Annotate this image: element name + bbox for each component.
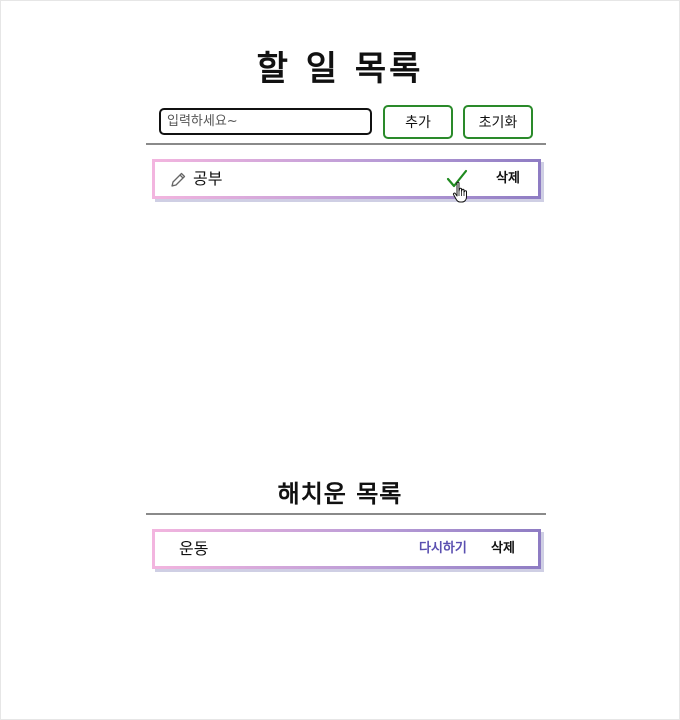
redo-button[interactable]: 다시하기 <box>419 532 467 566</box>
done-divider <box>146 513 546 515</box>
done-item-text: 운동 <box>179 539 209 558</box>
todo-item: 공부 삭제 <box>152 159 541 203</box>
reset-button[interactable]: 초기화 <box>463 105 533 139</box>
todo-item-text: 공부 <box>193 169 223 188</box>
add-button[interactable]: 추가 <box>383 105 453 139</box>
done-section-title: 해치운 목록 <box>277 480 403 508</box>
todo-app: 할 일 목록 추가 초기화 공부 삭제 해치운 목록 운동 다시하기 삭제 <box>0 0 680 720</box>
pencil-icon[interactable] <box>169 171 187 189</box>
delete-button[interactable]: 삭제 <box>491 532 515 566</box>
hand-pointer-icon <box>452 181 467 203</box>
done-item: 운동 다시하기 삭제 <box>152 529 541 569</box>
delete-button[interactable]: 삭제 <box>496 162 520 196</box>
todo-input[interactable] <box>159 108 372 135</box>
todo-divider <box>146 143 546 145</box>
page-title: 할 일 목록 <box>256 49 424 89</box>
